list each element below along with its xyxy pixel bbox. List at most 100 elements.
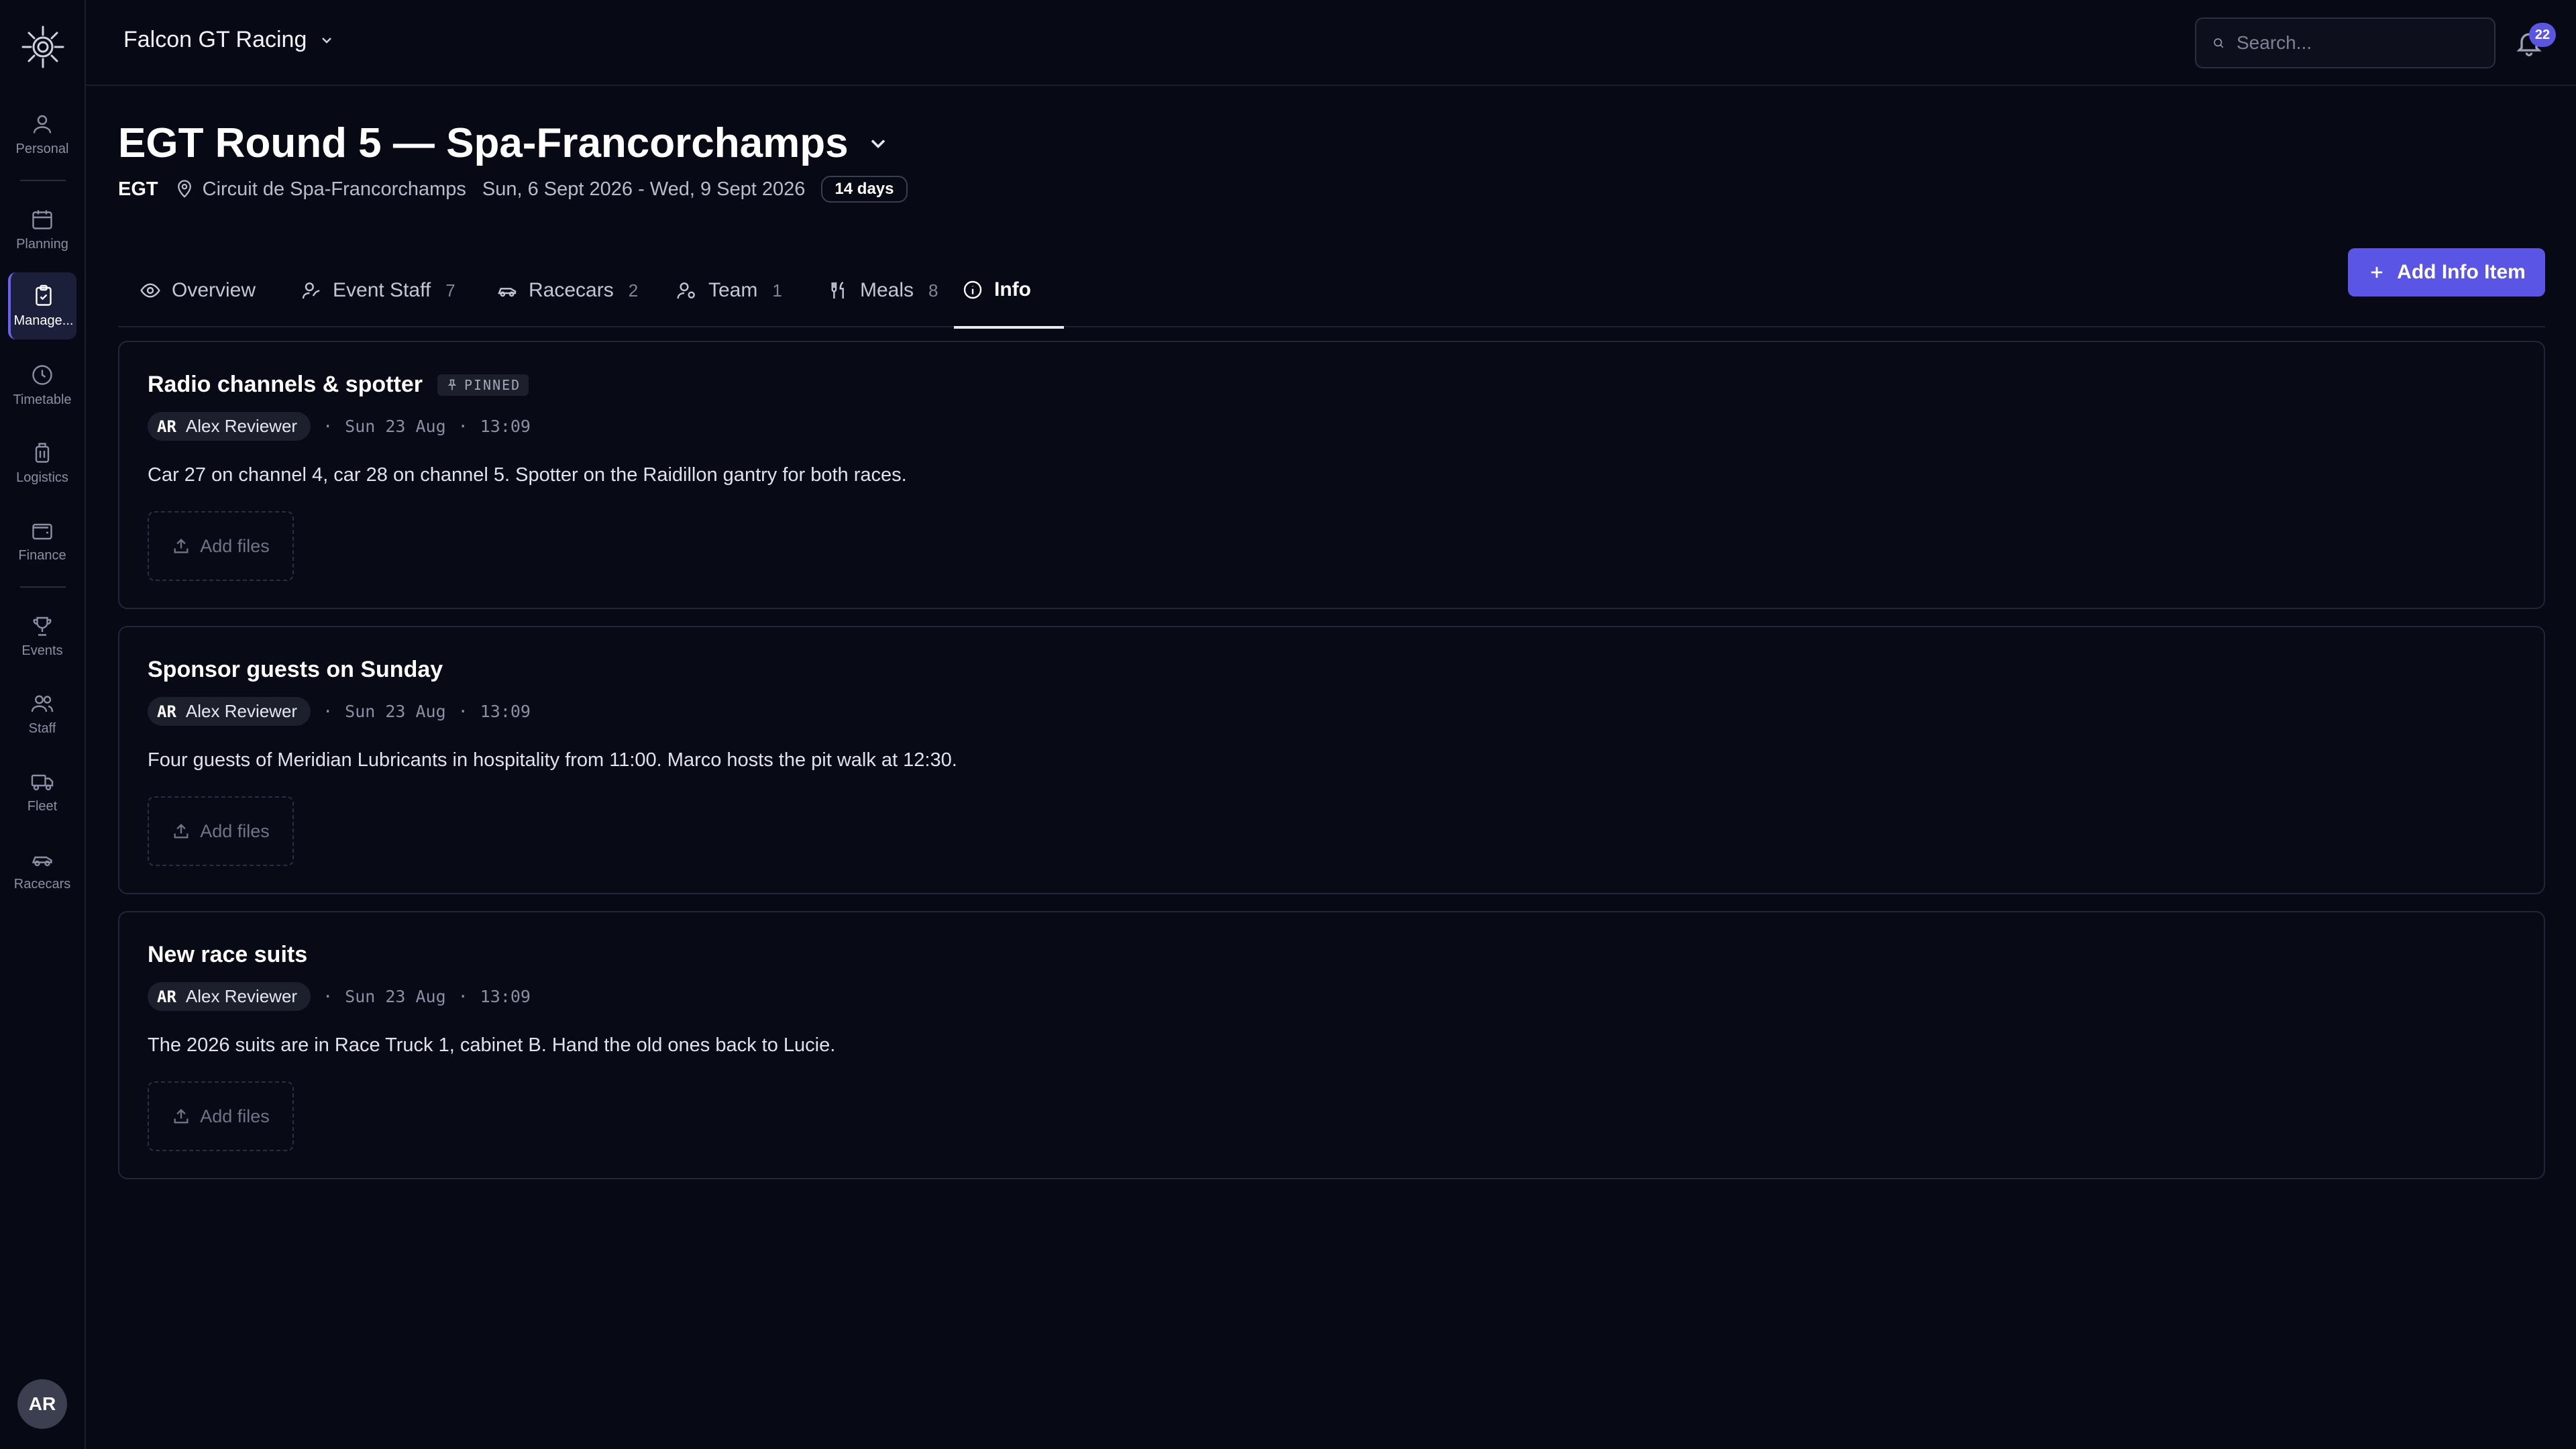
org-name: Falcon GT Racing	[123, 27, 307, 52]
sidebar-item-personal[interactable]: Personal	[8, 101, 76, 168]
meta-separator: ·	[458, 987, 468, 1006]
sidebar-item-label: Racecars	[13, 876, 71, 892]
sidebar-item-staff[interactable]: Staff	[8, 680, 76, 747]
car-icon	[32, 856, 52, 866]
add-files-button[interactable]: Add files	[148, 511, 294, 581]
trophy-icon	[33, 616, 52, 636]
tab-count: 8	[928, 280, 938, 301]
author-chip: AR Alex Reviewer	[148, 412, 311, 441]
notification-badge: 22	[2529, 23, 2556, 47]
upload-icon	[174, 824, 189, 839]
map-pin-icon	[177, 180, 191, 198]
tab-count: 2	[628, 280, 639, 301]
sidebar-item-label: Staff	[28, 720, 56, 736]
info-item-title-row: Sponsor guests on Sunday	[148, 657, 443, 683]
sidebar-item-racecars[interactable]: Racecars	[8, 836, 76, 903]
sidebar-item-label: Personal	[15, 141, 69, 156]
search-input[interactable]	[2237, 32, 2478, 54]
upload-icon	[174, 1109, 189, 1124]
tab-count: 1	[772, 280, 782, 301]
author-chip: AR Alex Reviewer	[148, 982, 311, 1011]
author-initials: AR	[157, 702, 176, 721]
pinned-label: PINNED	[464, 376, 521, 393]
tab-label: Meals	[860, 279, 914, 301]
clipboard-icon	[36, 284, 52, 306]
sidebar-item-management[interactable]: Manage...	[8, 272, 76, 339]
info-item-title: New race suits	[148, 942, 308, 967]
add-info-item-button[interactable]: Add Info Item	[2348, 248, 2545, 297]
event-title-row: EGT Round 5 — Spa-Francorchamps	[118, 119, 890, 167]
info-item-body: Four guests of Meridian Lubricants in ho…	[148, 749, 957, 771]
eye-icon	[140, 283, 160, 298]
meta-separator: ·	[323, 702, 333, 721]
meta-separator: ·	[323, 987, 333, 1006]
meta-separator: ·	[458, 702, 468, 721]
duration-badge: 14 days	[821, 176, 908, 203]
sidebar: Personal Planning Manage... Timetable Lo…	[0, 0, 86, 1449]
info-item-time: 13:09	[480, 987, 531, 1006]
pinned-badge: PINNED	[437, 374, 529, 396]
user-avatar[interactable]: AR	[17, 1379, 67, 1429]
meta-separator: ·	[458, 417, 468, 436]
sidebar-item-fleet[interactable]: Fleet	[8, 758, 76, 825]
luggage-icon	[35, 442, 50, 463]
add-info-item-label: Add Info Item	[2397, 261, 2526, 283]
tab-event-staff[interactable]: Event Staff 7	[292, 254, 464, 327]
info-item-title-row: Radio channels & spotter PINNED	[148, 372, 529, 398]
sidebar-item-label: Timetable	[13, 392, 72, 407]
info-item-card: Radio channels & spotter PINNED AR Alex …	[118, 341, 2545, 609]
tab-overview[interactable]: Overview	[131, 254, 264, 327]
sidebar-item-events[interactable]: Events	[8, 602, 76, 669]
event-location: Circuit de Spa-Francorchamps	[174, 178, 466, 201]
add-files-button[interactable]: Add files	[148, 1081, 294, 1151]
gear-logo-icon[interactable]	[20, 24, 66, 70]
sidebar-item-label: Finance	[18, 547, 66, 563]
sidebar-item-finance[interactable]: Finance	[8, 507, 76, 574]
tab-label: Overview	[172, 279, 256, 301]
sidebar-item-label: Manage...	[13, 313, 74, 328]
utensils-icon	[831, 281, 844, 299]
search-icon	[2214, 38, 2224, 48]
add-files-label: Add files	[200, 535, 270, 556]
sidebar-item-label: Planning	[16, 236, 68, 252]
info-item-meta: AR Alex Reviewer · Sun 23 Aug · 13:09	[148, 982, 531, 1011]
pin-icon	[447, 379, 457, 390]
sidebar-item-logistics[interactable]: Logistics	[8, 429, 76, 496]
tab-racecars[interactable]: Racecars 2	[488, 254, 646, 327]
info-item-date: Sun 23 Aug	[345, 417, 446, 436]
add-files-button[interactable]: Add files	[148, 796, 294, 866]
meta-separator: ·	[323, 417, 333, 436]
chevron-down-icon[interactable]	[866, 131, 890, 156]
search-box[interactable]	[2195, 17, 2496, 68]
clock-icon	[32, 364, 52, 385]
author-initials: AR	[157, 417, 176, 436]
user-gear-icon	[302, 282, 320, 299]
sidebar-divider	[20, 180, 66, 181]
event-dates: Sun, 6 Sept 2026 - Wed, 9 Sept 2026	[482, 178, 806, 200]
event-location-name: Circuit de Spa-Francorchamps	[202, 178, 466, 200]
tab-label: Racecars	[529, 279, 614, 301]
tab-meals[interactable]: Meals 8	[820, 254, 947, 327]
info-item-meta: AR Alex Reviewer · Sun 23 Aug · 13:09	[148, 412, 531, 441]
info-item-date: Sun 23 Aug	[345, 987, 446, 1006]
tab-label: Team	[708, 279, 758, 301]
tab-team[interactable]: Team 1	[668, 254, 790, 327]
tab-info[interactable]: Info	[954, 254, 1064, 329]
truck-icon	[31, 774, 54, 790]
author-name: Alex Reviewer	[185, 416, 298, 436]
add-files-label: Add files	[200, 820, 270, 841]
sidebar-item-planning[interactable]: Planning	[8, 196, 76, 263]
sidebar-item-label: Logistics	[16, 470, 68, 485]
upload-icon	[174, 539, 189, 553]
org-switcher[interactable]: Falcon GT Racing	[123, 27, 335, 53]
tab-label: Event Staff	[333, 279, 431, 301]
sidebar-item-timetable[interactable]: Timetable	[8, 352, 76, 419]
wallet-icon	[32, 523, 52, 539]
car-icon	[498, 288, 517, 297]
add-files-label: Add files	[200, 1106, 270, 1126]
info-item-title: Radio channels & spotter	[148, 372, 423, 397]
info-item-title: Sponsor guests on Sunday	[148, 657, 443, 682]
users-icon	[31, 695, 54, 712]
tab-label: Info	[994, 278, 1031, 301]
topbar: Falcon GT Racing 22	[86, 0, 2576, 86]
